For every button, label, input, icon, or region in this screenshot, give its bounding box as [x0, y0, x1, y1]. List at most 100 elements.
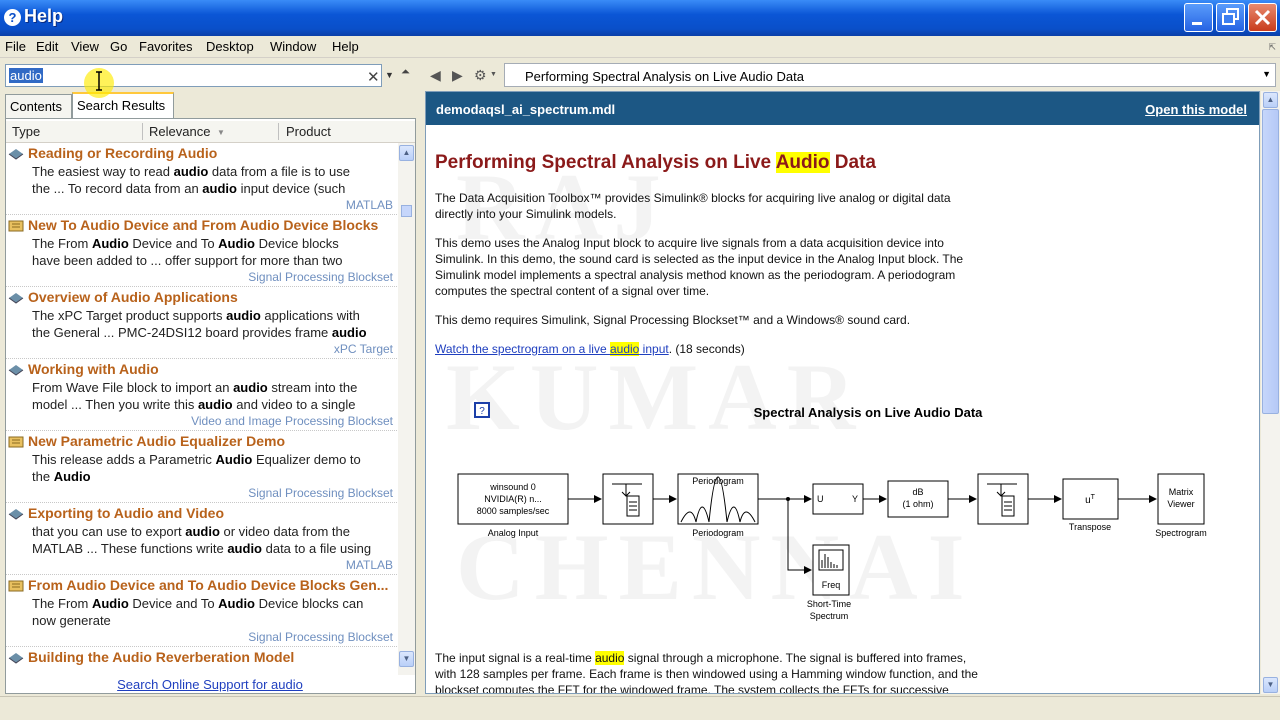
list-item[interactable]: Overview of Audio Applications The xPC T…	[6, 287, 399, 359]
document-icon	[8, 653, 24, 664]
scroll-up-icon[interactable]: ▲	[1263, 92, 1278, 108]
column-relevance[interactable]: Relevance	[149, 124, 210, 139]
undock-icon[interactable]: ⇱	[1268, 42, 1276, 53]
result-product: Signal Processing Blockset	[248, 270, 393, 284]
release-notes-icon	[8, 220, 24, 232]
short-time-spectrum-block[interactable]: Freq Short-Time Spectrum	[807, 544, 851, 621]
column-product[interactable]: Product	[286, 124, 331, 139]
svg-text:Y: Y	[852, 494, 858, 504]
document-icon	[8, 149, 24, 160]
document-view: RAJ KUMAR CHENNAI demodaqsl_ai_spectrum.…	[425, 91, 1260, 694]
scroll-thumb[interactable]	[401, 205, 412, 217]
menu-view[interactable]: View	[71, 39, 99, 54]
svg-text:Short-Time: Short-Time	[807, 599, 851, 609]
signal-description-paragraph: The input signal is a real-time audio si…	[435, 651, 978, 694]
menu-favorites[interactable]: Favorites	[139, 39, 192, 54]
result-title[interactable]: New Parametric Audio Equalizer Demo	[28, 433, 285, 449]
results-scrollbar[interactable]: ▲ ▼	[398, 143, 415, 675]
tab-contents[interactable]: Contents	[5, 94, 72, 118]
page-title-dropdown[interactable]: Performing Spectral Analysis on Live Aud…	[504, 63, 1276, 87]
result-title[interactable]: From Audio Device and To Audio Device Bl…	[28, 577, 388, 593]
scroll-thumb[interactable]	[1262, 109, 1279, 414]
maximize-button[interactable]	[1216, 3, 1245, 32]
menu-window[interactable]: Window	[270, 39, 316, 54]
result-snippet: The xPC Target product supports audio ap…	[32, 308, 367, 340]
svg-text:Analog Input: Analog Input	[488, 528, 539, 538]
analog-input-block[interactable]: winsound 0 NVIDIA(R) n... 8000 samples/s…	[457, 473, 569, 538]
menu-bar: File Edit View Go Favorites Desktop Wind…	[0, 36, 1280, 58]
result-title[interactable]: Building the Audio Reverberation Model	[28, 649, 294, 665]
search-online-support-link[interactable]: Search Online Support for audio	[3, 677, 417, 692]
list-item[interactable]: Exporting to Audio and Video that you ca…	[6, 503, 399, 575]
search-input[interactable]: audio ✕	[5, 64, 382, 87]
diagram-title: Spectral Analysis on Live Audio Data	[754, 405, 984, 420]
document-icon	[8, 365, 24, 376]
result-snippet: The From Audio Device and To Audio Devic…	[32, 596, 364, 628]
scroll-down-icon[interactable]: ▼	[399, 651, 414, 667]
help-app-icon: ?	[4, 9, 21, 26]
release-notes-icon	[8, 580, 24, 592]
page-actions-gear-icon[interactable]: ⚙	[474, 67, 487, 84]
results-column-headers: Type Relevance ▼ Product	[6, 121, 415, 143]
result-snippet: The easiest way to read audio data from …	[32, 164, 350, 196]
document-scrollbar[interactable]: ▲ ▼	[1261, 91, 1280, 694]
menu-help[interactable]: Help	[332, 39, 359, 54]
help-block[interactable]: ?	[474, 402, 490, 418]
result-title[interactable]: Working with Audio	[28, 361, 159, 377]
matrix-viewer-block[interactable]: Matrix Viewer Spectrogram	[1155, 473, 1207, 538]
result-product: MATLAB	[345, 558, 393, 572]
svg-text:Viewer: Viewer	[1167, 499, 1194, 509]
search-history-dropdown[interactable]: ▼	[383, 64, 396, 87]
menu-go[interactable]: Go	[110, 39, 127, 54]
result-snippet: that you can use to export audio or vide…	[32, 524, 372, 556]
menu-edit[interactable]: Edit	[36, 39, 58, 54]
svg-text:8000 samples/sec: 8000 samples/sec	[477, 506, 550, 516]
result-product: Signal Processing Blockset	[248, 630, 393, 644]
scroll-up-icon[interactable]: ▲	[399, 145, 414, 161]
column-type[interactable]: Type	[12, 124, 40, 139]
list-item[interactable]: New To Audio Device and From Audio Devic…	[6, 215, 399, 287]
back-icon[interactable]: ◀	[430, 67, 441, 84]
svg-text:Periodogram: Periodogram	[692, 528, 744, 538]
list-item[interactable]: Reading or Recording Audio The easiest w…	[6, 143, 399, 215]
list-item[interactable]: New Parametric Audio Equalizer Demo This…	[6, 431, 399, 503]
window-title: Help	[24, 6, 64, 26]
db-conversion-block[interactable]: dB (1 ohm)	[887, 480, 949, 518]
tab-search-results[interactable]: Search Results	[72, 92, 174, 119]
chevron-down-icon: ▼	[1262, 69, 1271, 79]
transpose-block[interactable]: uT Transpose	[1062, 478, 1119, 532]
result-title[interactable]: Reading or Recording Audio	[28, 145, 217, 161]
result-title[interactable]: New To Audio Device and From Audio Devic…	[28, 217, 378, 233]
menu-file[interactable]: File	[5, 39, 26, 54]
list-item[interactable]: Building the Audio Reverberation Model	[6, 647, 399, 675]
periodogram-block[interactable]: Periodogram Periodogram	[677, 473, 759, 538]
svg-text:Spectrogram: Spectrogram	[1155, 528, 1207, 538]
forward-icon[interactable]: ▶	[452, 67, 463, 84]
buffer-block-2[interactable]	[977, 473, 1029, 525]
search-value: audio	[9, 68, 43, 83]
svg-text:(1 ohm): (1 ohm)	[902, 499, 933, 509]
minimize-button[interactable]	[1184, 3, 1213, 32]
text-cursor-icon	[96, 71, 102, 91]
svg-text:?: ?	[479, 406, 485, 417]
result-title[interactable]: Overview of Audio Applications	[28, 289, 238, 305]
buffer-block[interactable]	[602, 473, 654, 525]
sort-desc-icon: ▼	[217, 128, 225, 137]
menu-desktop[interactable]: Desktop	[206, 39, 254, 54]
result-snippet: This release adds a Parametric Audio Equ…	[32, 452, 361, 484]
result-title[interactable]: Exporting to Audio and Video	[28, 505, 224, 521]
status-bar	[0, 696, 1280, 720]
list-item[interactable]: From Audio Device and To Audio Device Bl…	[6, 575, 399, 647]
scroll-down-icon[interactable]: ▼	[1263, 677, 1278, 693]
svg-text:NVIDIA(R) n...: NVIDIA(R) n...	[484, 494, 542, 504]
close-button[interactable]	[1248, 3, 1277, 32]
chevron-down-icon[interactable]: ▼	[490, 71, 497, 78]
page-title: Performing Spectral Analysis on Live Aud…	[525, 69, 804, 84]
collapse-pane-icon[interactable]: ⏶	[401, 66, 410, 79]
svg-text:Matrix: Matrix	[1169, 487, 1194, 497]
clear-search-icon[interactable]: ✕	[367, 68, 380, 86]
result-snippet: From Wave File block to import an audio …	[32, 380, 358, 412]
selector-block[interactable]: U Y	[812, 483, 864, 515]
result-product: xPC Target	[333, 342, 393, 356]
list-item[interactable]: Working with Audio From Wave File block …	[6, 359, 399, 431]
